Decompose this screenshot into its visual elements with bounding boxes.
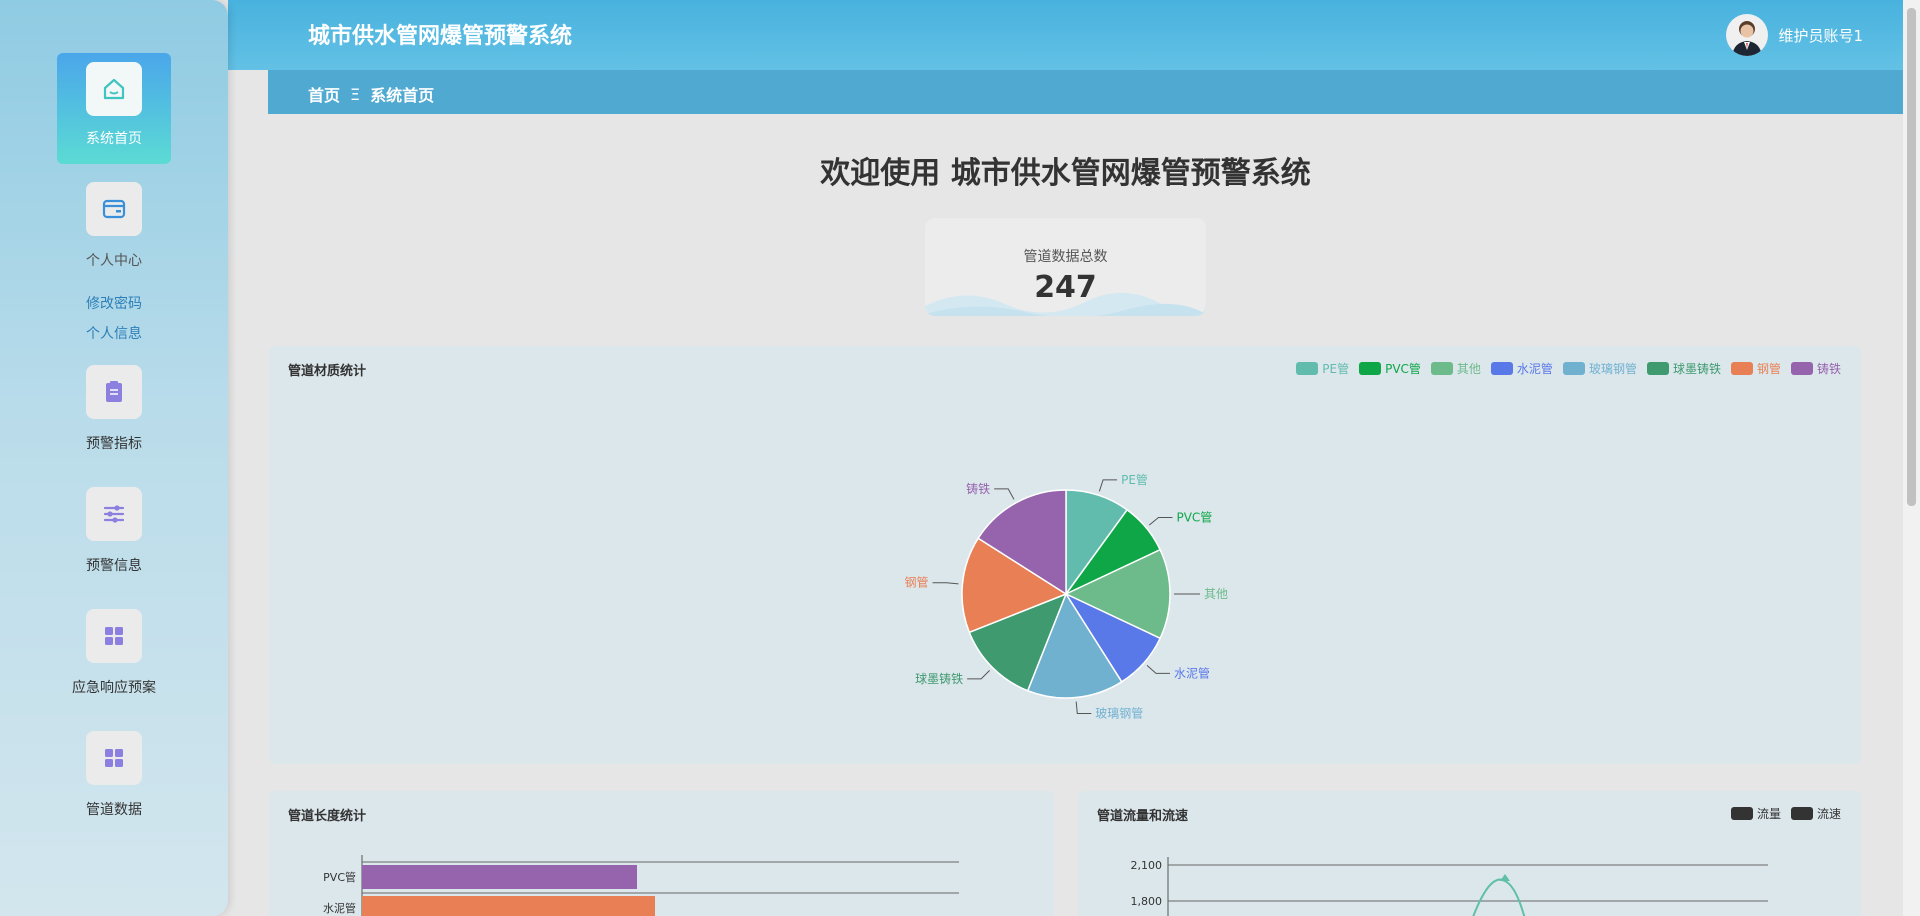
sliders-icon (86, 487, 142, 541)
pie-label: 球墨铸铁 (915, 671, 963, 686)
pie-chart: PE管 PVC管其他水泥管玻璃钢管 球墨铸铁 钢管 铸铁 (905, 472, 1228, 721)
stat-card: 管道数据总数 247 (925, 218, 1206, 316)
top-header: 城市供水管网爆管预警系统 维护员账号1 (228, 0, 1903, 70)
grid-icon (86, 731, 142, 785)
home-icon (86, 62, 142, 116)
sidebar: 系统首页 个人中心 修改密码 个人信息 预警指标 预警信息 应急响应预案 管道数… (0, 0, 228, 916)
avatar (1726, 14, 1769, 56)
pie-label-line (1148, 517, 1173, 526)
scrollbar[interactable] (1903, 0, 1920, 916)
bar-category-label: 水泥管 (323, 901, 356, 915)
pie-label-line (967, 670, 990, 680)
breadcrumb-home[interactable]: 首页 (308, 82, 340, 106)
y-tick-label: 2,100 (1131, 859, 1163, 872)
app-title: 城市供水管网爆管预警系统 (308, 24, 573, 49)
length-chart-panel: 管道长度统计 PVC管 水泥管 (269, 791, 1054, 916)
pie-label: PVC管 (1176, 510, 1212, 525)
sidebar-item-label: 管道数据 (86, 802, 142, 818)
pie-label-line (994, 488, 1015, 500)
sidebar-item-label: 预警信息 (86, 558, 142, 574)
bar-category-label: PVC管 (323, 870, 356, 884)
breadcrumb-current: 系统首页 (370, 86, 435, 105)
material-chart-panel: 管道材质统计 PE管 PVC管 其他 水泥管 玻璃钢管 球墨铸铁 钢管 铸铁 PE管 PVC管其… (269, 346, 1861, 764)
y-tick-label: 1,800 (1131, 895, 1163, 908)
pie-label: 其他 (1204, 587, 1228, 601)
pie-label: 玻璃钢管 (1095, 705, 1143, 720)
sidebar-item-label: 个人中心 (86, 253, 142, 269)
sidebar-item-home[interactable]: 系统首页 (57, 53, 171, 164)
pie-label: 水泥管 (1174, 665, 1210, 680)
user-menu[interactable]: 维护员账号1 (1726, 14, 1863, 56)
sidebar-item-label: 系统首页 (86, 131, 142, 147)
series-line (1472, 878, 1526, 916)
sidebar-item-pipe-data[interactable]: 管道数据 (57, 731, 171, 819)
pie-label: 铸铁 (966, 481, 990, 496)
sidebar-item-emergency-plan[interactable]: 应急响应预案 (57, 609, 171, 697)
breadcrumb-separator: Ξ (350, 84, 361, 104)
line-chart: 2,100 1,800 (1131, 857, 1768, 916)
page-title: 欢迎使用 城市供水管网爆管预警系统 (820, 156, 1311, 191)
grid-icon (86, 609, 142, 663)
stat-value: 247 (1034, 270, 1097, 305)
clipboard-icon (86, 365, 142, 419)
pie-label-line (1075, 701, 1092, 714)
breadcrumb: 首页 Ξ 系统首页 (308, 82, 434, 106)
sidebar-item-warning-indicators[interactable]: 预警指标 (57, 365, 171, 453)
breadcrumb-bar: 首页 Ξ 系统首页 (268, 70, 1903, 114)
data-point[interactable] (1500, 874, 1510, 881)
bar[interactable] (362, 865, 637, 889)
user-name: 维护员账号1 (1778, 26, 1863, 45)
bar[interactable] (362, 896, 655, 916)
bar-chart: PVC管水泥管 (323, 855, 959, 916)
sidebar-item-profile[interactable]: 个人中心 (57, 182, 171, 270)
pie-label-line (1098, 479, 1118, 492)
sidebar-item-label: 应急响应预案 (72, 680, 156, 696)
flow-chart-panel: 管道流量和流速 流量 流速 2,100 1,800 (1078, 791, 1861, 916)
stat-label: 管道数据总数 (1023, 249, 1108, 265)
pie-label: 钢管 (905, 575, 929, 590)
sidebar-item-label: 预警指标 (86, 436, 142, 452)
sidebar-item-warning-info[interactable]: 预警信息 (57, 487, 171, 575)
pie-label: PE管 (1121, 472, 1148, 487)
wallet-icon (86, 182, 142, 236)
pie-label-line (1146, 665, 1171, 674)
change-password-link[interactable]: 修改密码 (0, 293, 228, 313)
pie-label-line (932, 582, 959, 585)
scrollbar-thumb[interactable] (1907, 8, 1916, 506)
personal-info-link[interactable]: 个人信息 (0, 323, 228, 343)
